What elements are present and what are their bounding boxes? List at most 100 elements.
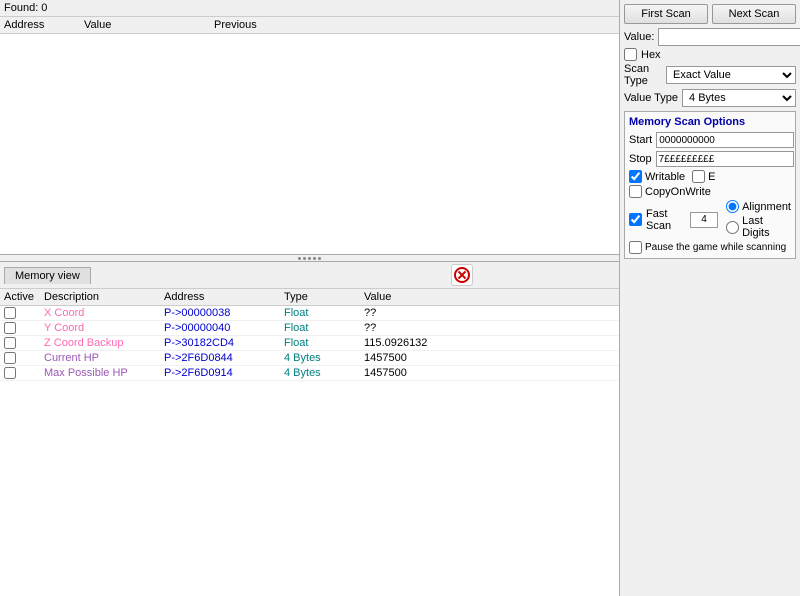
right-bottom xyxy=(624,263,796,592)
value-label: Value: xyxy=(624,31,654,43)
row-address: P->2F6D0844 xyxy=(164,352,284,364)
col-header-value: Value xyxy=(84,19,214,31)
col-header-previous: Previous xyxy=(214,19,615,31)
memory-view-bar: Memory view xyxy=(0,262,619,289)
stop-input[interactable] xyxy=(656,151,794,167)
resize-handle[interactable] xyxy=(0,254,619,262)
row-value: ?? xyxy=(364,307,615,319)
last-digits-label: Last Digits xyxy=(742,215,791,239)
row-address: P->30182CD4 xyxy=(164,337,284,349)
row-checkbox[interactable] xyxy=(4,322,16,334)
row-type: 4 Bytes xyxy=(284,352,364,364)
pause-label: Pause the game while scanning xyxy=(645,242,786,253)
copy-on-write-label: CopyOnWrite xyxy=(645,186,711,198)
memory-scan-options: Memory Scan Options Start Stop Writable … xyxy=(624,111,796,259)
last-digits-row: Last Digits xyxy=(726,215,791,239)
stop-row: Stop xyxy=(629,151,791,167)
row-address: P->00000040 xyxy=(164,322,284,334)
row-checkbox[interactable] xyxy=(4,352,16,364)
stop-label: Stop xyxy=(629,153,652,165)
cheat-table-header: Active Description Address Type Value xyxy=(0,289,619,306)
fast-scan-row: Fast Scan Alignment Last Digits xyxy=(629,200,791,239)
row-value: 115.0926132 xyxy=(364,337,615,349)
delete-icon xyxy=(454,267,470,283)
col-header-active: Active xyxy=(4,291,44,303)
row-description: Max Possible HP xyxy=(44,367,164,379)
row-address: P->00000038 xyxy=(164,307,284,319)
right-panel: First Scan Next Scan Value: Hex Scan Typ… xyxy=(620,0,800,596)
row-active xyxy=(4,337,44,349)
row-type: Float xyxy=(284,307,364,319)
resize-dots-icon xyxy=(298,257,321,260)
row-active xyxy=(4,322,44,334)
table-row: Z Coord Backup P->30182CD4 Float 115.092… xyxy=(0,336,619,351)
col-header-address: Address xyxy=(4,19,84,31)
scan-results-body xyxy=(0,34,619,254)
writable-row: Writable E xyxy=(629,170,791,183)
scan-results-header: Address Value Previous xyxy=(0,17,619,34)
row-checkbox[interactable] xyxy=(4,307,16,319)
value-row: Value: xyxy=(624,28,796,46)
scan-type-dropdown[interactable]: Exact Value Bigger than... Smaller than.… xyxy=(666,66,796,84)
hex-row: Hex xyxy=(624,48,796,61)
fast-scan-input[interactable] xyxy=(690,212,718,228)
row-active xyxy=(4,352,44,364)
pause-row: Pause the game while scanning xyxy=(629,241,791,254)
row-description: Y Coord xyxy=(44,322,164,334)
start-label: Start xyxy=(629,134,652,146)
row-type: 4 Bytes xyxy=(284,367,364,379)
last-digits-radio[interactable] xyxy=(726,221,739,234)
hex-checkbox[interactable] xyxy=(624,48,637,61)
start-input[interactable] xyxy=(656,132,794,148)
row-description: Current HP xyxy=(44,352,164,364)
first-scan-button[interactable]: First Scan xyxy=(624,4,708,24)
row-description: Z Coord Backup xyxy=(44,337,164,349)
executable-label: E xyxy=(708,171,715,183)
value-input[interactable] xyxy=(658,28,800,46)
value-type-row: Value Type 4 Bytes 1 Byte 2 Bytes 8 Byte… xyxy=(624,89,796,107)
alignment-row: Alignment xyxy=(726,200,791,213)
writable-label: Writable xyxy=(645,171,685,183)
table-row: Y Coord P->00000040 Float ?? xyxy=(0,321,619,336)
row-value: 1457500 xyxy=(364,352,615,364)
value-section: Value: Hex Scan Type Exact Value Bigger … xyxy=(624,28,796,107)
executable-checkbox[interactable] xyxy=(692,170,705,183)
fast-scan-checkbox[interactable] xyxy=(629,213,642,226)
found-count: Found: 0 xyxy=(4,2,47,14)
value-type-dropdown[interactable]: 4 Bytes 1 Byte 2 Bytes 8 Bytes Float Dou… xyxy=(682,89,796,107)
cheat-table: X Coord P->00000038 Float ?? Y Coord P->… xyxy=(0,306,619,596)
copy-on-write-row: CopyOnWrite xyxy=(629,185,791,198)
scan-options-title: Memory Scan Options xyxy=(629,116,791,128)
bottom-section: Memory view Active Description Address T… xyxy=(0,262,619,596)
found-bar: Found: 0 xyxy=(0,0,619,17)
row-type: Float xyxy=(284,337,364,349)
row-active xyxy=(4,367,44,379)
scan-buttons: First Scan Next Scan xyxy=(624,4,796,24)
table-row: X Coord P->00000038 Float ?? xyxy=(0,306,619,321)
writable-checkbox[interactable] xyxy=(629,170,642,183)
fast-scan-label: Fast Scan xyxy=(646,208,686,232)
col-header-value: Value xyxy=(364,291,615,303)
col-header-description: Description xyxy=(44,291,164,303)
pause-checkbox[interactable] xyxy=(629,241,642,254)
col-header-type: Type xyxy=(284,291,364,303)
table-row: Current HP P->2F6D0844 4 Bytes 1457500 xyxy=(0,351,619,366)
radio-group: Alignment Last Digits xyxy=(726,200,791,239)
scan-type-label: Scan Type xyxy=(624,63,662,87)
col-header-address: Address xyxy=(164,291,284,303)
hex-label: Hex xyxy=(641,49,661,61)
value-type-label: Value Type xyxy=(624,92,678,104)
row-address: P->2F6D0914 xyxy=(164,367,284,379)
memory-view-tab[interactable]: Memory view xyxy=(4,267,91,284)
row-checkbox[interactable] xyxy=(4,367,16,379)
row-checkbox[interactable] xyxy=(4,337,16,349)
alignment-radio[interactable] xyxy=(726,200,739,213)
scan-type-row: Scan Type Exact Value Bigger than... Sma… xyxy=(624,63,796,87)
row-value: ?? xyxy=(364,322,615,334)
delete-button[interactable] xyxy=(451,264,473,286)
copy-on-write-checkbox[interactable] xyxy=(629,185,642,198)
alignment-label: Alignment xyxy=(742,201,791,213)
next-scan-button[interactable]: Next Scan xyxy=(712,4,796,24)
start-row: Start xyxy=(629,132,791,148)
row-description: X Coord xyxy=(44,307,164,319)
